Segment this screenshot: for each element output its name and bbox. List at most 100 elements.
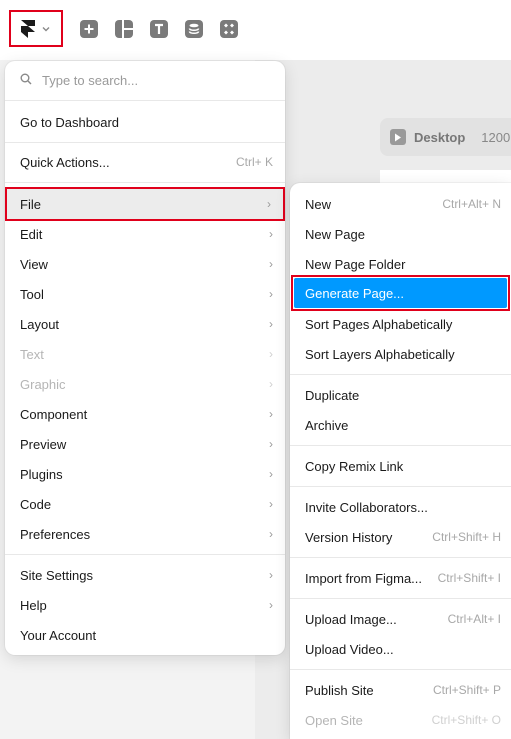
menu-item-component[interactable]: Component › <box>5 399 285 429</box>
menu-divider <box>5 182 285 183</box>
menu-item-label: Go to Dashboard <box>20 114 120 130</box>
submenu-item-new-page[interactable]: New Page <box>290 219 511 249</box>
chevron-right-icon: › <box>269 527 273 541</box>
menu-item-label: Preview <box>20 436 67 452</box>
submenu-item-label: Publish Site <box>305 682 374 698</box>
menu-divider <box>5 554 285 555</box>
menu-item-label: Code <box>20 496 52 512</box>
submenu-item-sort-layers[interactable]: Sort Layers Alphabetically <box>290 339 511 369</box>
menu-divider <box>290 445 511 446</box>
chevron-right-icon: › <box>269 467 273 481</box>
shortcut-hint: Ctrl+Shift+ I <box>437 571 501 585</box>
submenu-item-import-figma[interactable]: Import from Figma... Ctrl+Shift+ I <box>290 563 511 593</box>
breakpoint-label[interactable]: Desktop 1200 <box>380 118 511 156</box>
breakpoint-name: Desktop <box>414 129 466 145</box>
menu-divider <box>290 486 511 487</box>
menu-search <box>5 61 285 101</box>
menu-item-label: Edit <box>20 226 43 242</box>
menu-item-label: Site Settings <box>20 567 93 583</box>
search-icon <box>20 73 32 88</box>
submenu-item-label: Upload Image... <box>305 611 397 627</box>
submenu-item-label: New Page <box>305 226 365 242</box>
submenu-item-label: Invite Collaborators... <box>305 499 428 515</box>
menu-item-view[interactable]: View › <box>5 249 285 279</box>
submenu-item-upload-video[interactable]: Upload Video... <box>290 634 511 664</box>
breakpoint-width: 1200 <box>481 129 511 145</box>
submenu-item-label: Duplicate <box>305 387 360 403</box>
menu-item-label: Help <box>20 597 47 613</box>
cms-icon[interactable] <box>185 20 203 38</box>
menu-item-graphic: Graphic › <box>5 369 285 399</box>
submenu-item-version-history[interactable]: Version History Ctrl+Shift+ H <box>290 522 511 552</box>
layout-icon[interactable] <box>115 20 133 38</box>
menu-item-code[interactable]: Code › <box>5 489 285 519</box>
menu-divider <box>290 598 511 599</box>
menu-item-preview[interactable]: Preview › <box>5 429 285 459</box>
submenu-item-sort-pages[interactable]: Sort Pages Alphabetically <box>290 309 511 339</box>
menu-item-label: Component <box>20 406 88 422</box>
submenu-item-label: New <box>305 196 332 212</box>
submenu-item-archive[interactable]: Archive <box>290 410 511 440</box>
shortcut-hint: Ctrl+ K <box>235 155 273 169</box>
assets-icon[interactable] <box>220 20 238 38</box>
chevron-down-icon <box>41 24 51 34</box>
chevron-right-icon: › <box>269 568 273 582</box>
main-menu: Go to Dashboard Quick Actions... Ctrl+ K… <box>5 61 285 655</box>
submenu-item-new[interactable]: New Ctrl+Alt+ N <box>290 189 511 219</box>
submenu-item-generate-page[interactable]: Generate Page... <box>294 278 507 308</box>
submenu-item-label: Upload Video... <box>305 641 394 657</box>
menu-item-help[interactable]: Help › <box>5 590 285 620</box>
submenu-item-label: Open Site <box>305 712 363 728</box>
file-submenu: New Ctrl+Alt+ N New Page New Page Folder… <box>290 183 511 739</box>
menu-divider <box>290 669 511 670</box>
menu-item-label: Tool <box>20 286 44 302</box>
chevron-right-icon: › <box>267 197 271 211</box>
submenu-item-label: Sort Pages Alphabetically <box>305 316 453 332</box>
menu-item-preferences[interactable]: Preferences › <box>5 519 285 549</box>
submenu-item-label: Archive <box>305 417 349 433</box>
menu-divider <box>5 142 285 143</box>
submenu-item-publish-site[interactable]: Publish Site Ctrl+Shift+ P <box>290 675 511 705</box>
submenu-item-duplicate[interactable]: Duplicate <box>290 380 511 410</box>
menu-item-file[interactable]: File › <box>5 187 285 221</box>
submenu-item-open-site: Open Site Ctrl+Shift+ O <box>290 705 511 735</box>
shortcut-hint: Ctrl+Shift+ P <box>432 683 501 697</box>
menu-item-site-settings[interactable]: Site Settings › <box>5 560 285 590</box>
chevron-right-icon: › <box>269 287 273 301</box>
submenu-item-copy-remix-link[interactable]: Copy Remix Link <box>290 451 511 481</box>
text-icon[interactable] <box>150 20 168 38</box>
menu-item-label: Layout <box>20 316 60 332</box>
menu-item-go-to-dashboard[interactable]: Go to Dashboard <box>5 107 285 137</box>
framer-logo-icon <box>21 19 35 38</box>
submenu-item-upload-image[interactable]: Upload Image... Ctrl+Alt+ I <box>290 604 511 634</box>
menu-item-your-account[interactable]: Your Account <box>5 620 285 650</box>
menu-item-text: Text › <box>5 339 285 369</box>
menu-item-tool[interactable]: Tool › <box>5 279 285 309</box>
submenu-item-label: Import from Figma... <box>305 570 423 586</box>
menu-item-label: Graphic <box>20 376 66 392</box>
chevron-right-icon: › <box>269 227 273 241</box>
menu-divider <box>290 557 511 558</box>
shortcut-hint: Ctrl+Alt+ I <box>447 612 501 626</box>
top-toolbar <box>0 0 511 60</box>
shortcut-hint: Ctrl+Alt+ N <box>442 197 501 211</box>
menu-item-label: Preferences <box>20 526 91 542</box>
chevron-right-icon: › <box>269 377 273 391</box>
play-icon[interactable] <box>390 129 406 145</box>
menu-item-edit[interactable]: Edit › <box>5 219 285 249</box>
main-menu-button[interactable] <box>9 10 63 47</box>
submenu-item-invite[interactable]: Invite Collaborators... <box>290 492 511 522</box>
chevron-right-icon: › <box>269 407 273 421</box>
submenu-item-label: Sort Layers Alphabetically <box>305 346 455 362</box>
chevron-right-icon: › <box>269 497 273 511</box>
menu-item-quick-actions[interactable]: Quick Actions... Ctrl+ K <box>5 147 285 177</box>
chevron-right-icon: › <box>269 437 273 451</box>
shortcut-hint: Ctrl+Shift+ H <box>432 530 501 544</box>
menu-item-label: Plugins <box>20 466 63 482</box>
submenu-item-label: New Page Folder <box>305 256 406 272</box>
chevron-right-icon: › <box>269 598 273 612</box>
menu-item-layout[interactable]: Layout › <box>5 309 285 339</box>
search-input[interactable] <box>42 73 262 88</box>
menu-item-plugins[interactable]: Plugins › <box>5 459 285 489</box>
insert-icon[interactable] <box>80 20 98 38</box>
